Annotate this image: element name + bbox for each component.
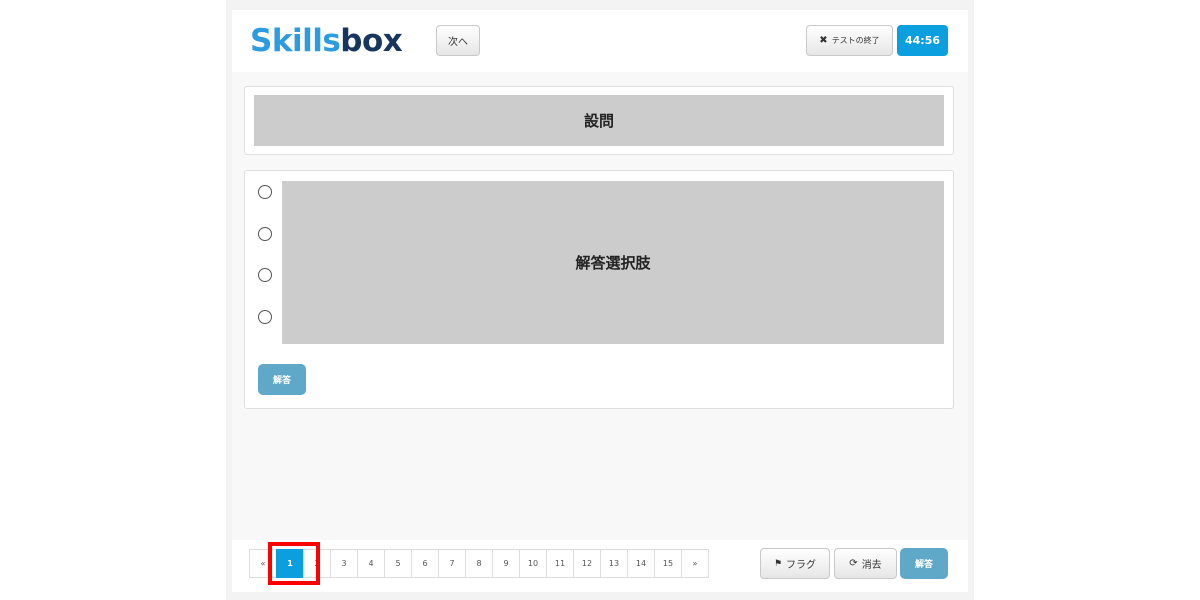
footer-answer-button[interactable]: 解答 xyxy=(900,548,948,579)
answer-submit-button[interactable]: 解答 xyxy=(258,364,306,395)
clear-button[interactable]: ⟳ 消去 xyxy=(834,548,897,579)
page-link-9[interactable]: 9 xyxy=(492,549,520,578)
end-test-button[interactable]: ✖ テストの終了 xyxy=(806,25,893,56)
answer-option-radio-1[interactable] xyxy=(258,185,272,199)
question-placeholder: 設問 xyxy=(254,95,944,146)
timer-badge: 44:56 xyxy=(897,25,948,56)
page-link-10[interactable]: 10 xyxy=(519,549,547,578)
answer-option-radio-4[interactable] xyxy=(258,310,272,324)
flag-icon: ⚑ xyxy=(773,558,783,569)
refresh-icon: ⟳ xyxy=(849,558,858,569)
page-link-8[interactable]: 8 xyxy=(465,549,493,578)
page-link-3[interactable]: 3 xyxy=(330,549,358,578)
next-button[interactable]: 次へ xyxy=(436,25,480,56)
page-link-15[interactable]: 15 xyxy=(654,549,682,578)
page-link-14[interactable]: 14 xyxy=(627,549,655,578)
skillsbox-logo: Skillsbox xyxy=(250,23,403,59)
answer-option-radio-3[interactable] xyxy=(258,268,272,282)
end-test-label: テストの終了 xyxy=(831,36,880,45)
flag-label: フラグ xyxy=(786,560,817,571)
page-link-7[interactable]: 7 xyxy=(438,549,466,578)
page-link-6[interactable]: 6 xyxy=(411,549,439,578)
answer-option-radio-2[interactable] xyxy=(258,227,272,241)
page-link-4[interactable]: 4 xyxy=(357,549,385,578)
close-icon: ✖ xyxy=(819,35,828,46)
flag-button[interactable]: ⚑ フラグ xyxy=(760,548,830,579)
page-link-13[interactable]: 13 xyxy=(600,549,628,578)
current-page-highlight xyxy=(268,542,320,585)
clear-label: 消去 xyxy=(861,560,882,571)
page-link-12[interactable]: 12 xyxy=(573,549,601,578)
pagination-next[interactable]: » xyxy=(681,549,709,578)
page-link-5[interactable]: 5 xyxy=(384,549,412,578)
answer-options-placeholder: 解答選択肢 xyxy=(282,181,944,344)
page-link-11[interactable]: 11 xyxy=(546,549,574,578)
